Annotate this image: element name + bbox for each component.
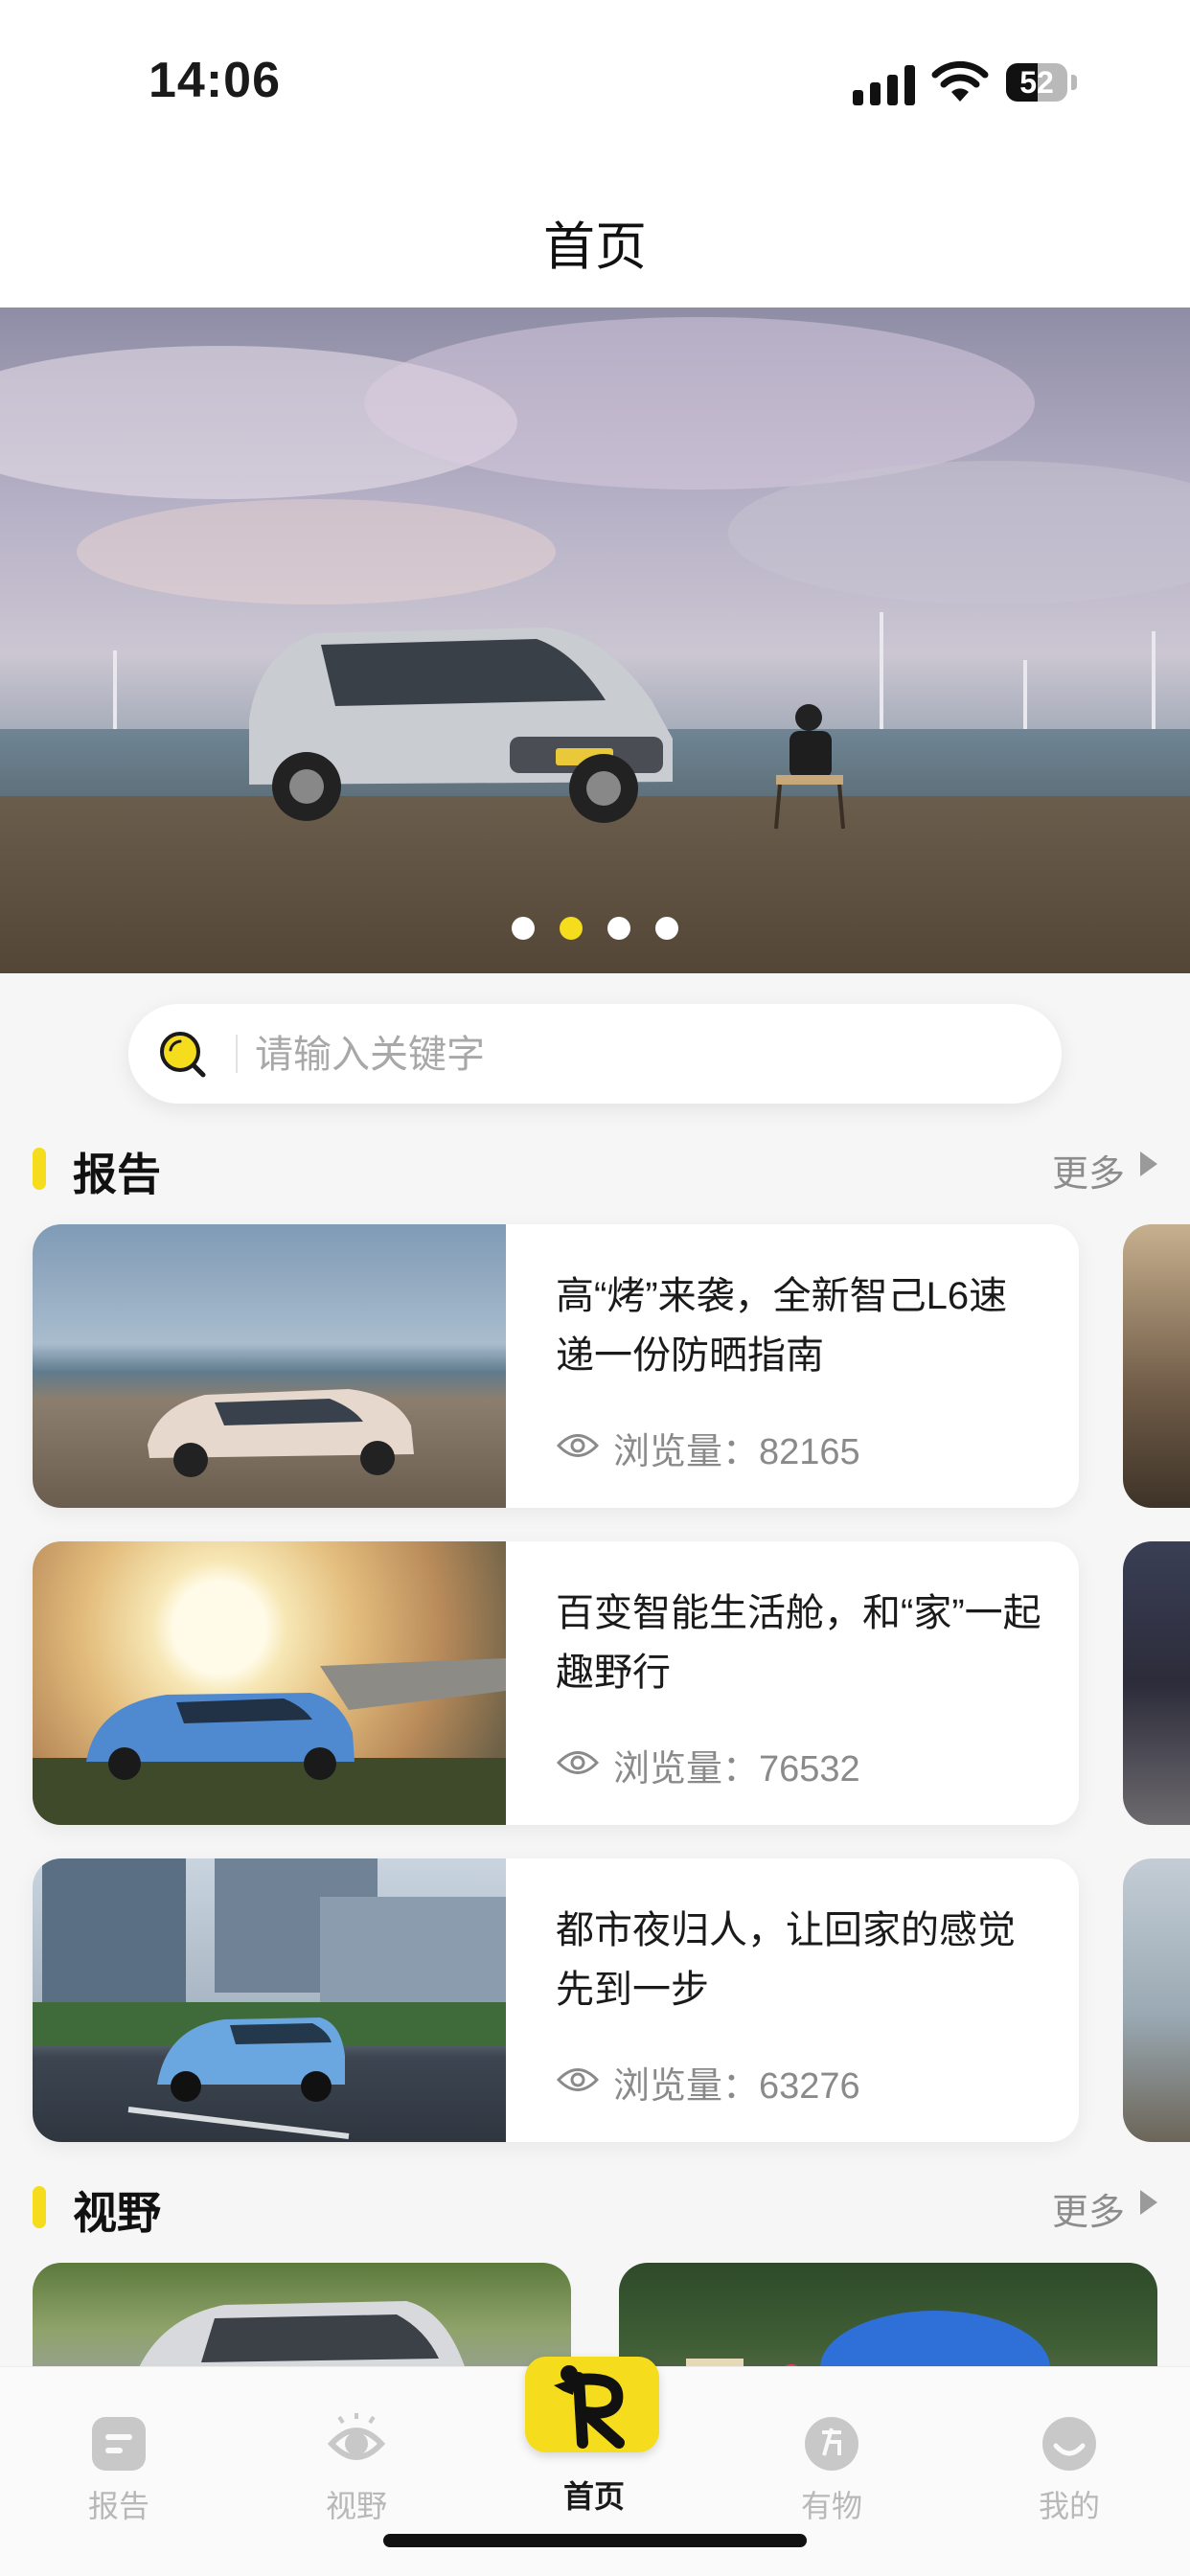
search-input[interactable] [253, 1021, 1004, 1088]
views-count: 76532 [759, 1749, 860, 1790]
report-card-image [33, 1224, 506, 1508]
vision-more-arrow-icon[interactable] [1140, 2190, 1157, 2215]
banner-person-image [774, 704, 845, 830]
status-time: 14:06 [149, 53, 281, 108]
section-title-vision: 视野 [73, 2188, 161, 2238]
page-title: 首页 [543, 218, 647, 276]
search-icon [160, 1032, 206, 1078]
search-divider [236, 1035, 238, 1073]
section-title-reports: 报告 [73, 1150, 161, 1199]
youwu-icon [805, 2417, 858, 2471]
tab-label: 首页 [562, 2479, 625, 2514]
tab-label: 我的 [1038, 2489, 1100, 2523]
report-card[interactable]: 高“烤”来袭，全新智己L6速递一份防晒指南 浏览量：82165 [33, 1224, 1079, 1508]
reports-more-link[interactable]: 更多 [1052, 1144, 1125, 1197]
wifi-icon [931, 60, 989, 102]
home-r-logo-icon [554, 2365, 625, 2449]
eye-icon [327, 2413, 386, 2460]
home-tab-logo[interactable] [525, 2357, 659, 2452]
tab-profile[interactable]: 我的 [950, 2367, 1188, 2576]
battery-icon: 52 [1006, 63, 1067, 102]
carousel-dots [0, 917, 1190, 940]
eye-icon [556, 1434, 600, 1457]
cellular-signal-icon [853, 65, 916, 105]
battery-tip [1071, 75, 1077, 90]
banner-van-image [249, 627, 673, 823]
views-label: 浏览量： [613, 1432, 760, 1472]
views-label: 浏览量： [613, 1749, 760, 1790]
tab-label: 视野 [325, 2489, 387, 2523]
section-accent-bar [33, 2186, 46, 2228]
report-card-peek[interactable] [1123, 1858, 1190, 2142]
battery-level: 52 [1019, 65, 1054, 100]
report-card-image [33, 1541, 506, 1825]
status-bar: 14:06 52 [0, 0, 1190, 168]
carousel-dot[interactable] [607, 917, 630, 940]
eye-icon [556, 2068, 600, 2091]
search-bar[interactable] [128, 1004, 1062, 1104]
eye-icon [556, 1751, 600, 1774]
carousel-dot[interactable] [655, 917, 678, 940]
report-card-title: 都市夜归人，让回家的感觉先到一步 [556, 1909, 1016, 2011]
tab-report[interactable]: 报告 [0, 2367, 238, 2576]
report-icon [92, 2417, 146, 2471]
report-card-peek[interactable] [1123, 1224, 1190, 1508]
carousel-dot[interactable] [512, 917, 535, 940]
carousel-dot[interactable] [560, 917, 583, 940]
reports-more-arrow-icon[interactable] [1140, 1151, 1157, 1176]
views-count: 82165 [759, 1432, 860, 1472]
banner-carousel[interactable] [0, 308, 1190, 973]
report-card-image [33, 1858, 506, 2142]
views-label: 浏览量： [613, 2066, 760, 2107]
section-accent-bar [33, 1148, 46, 1190]
report-card-peek[interactable] [1123, 1541, 1190, 1825]
report-card-title: 高“烤”来袭，全新智己L6速递一份防晒指南 [556, 1275, 1008, 1377]
views-count: 63276 [759, 2066, 860, 2107]
profile-icon [1042, 2417, 1096, 2471]
tab-label: 有物 [800, 2489, 862, 2523]
home-indicator [383, 2534, 807, 2547]
report-card[interactable]: 都市夜归人，让回家的感觉先到一步 浏览量：63276 [33, 1858, 1079, 2142]
vision-more-link[interactable]: 更多 [1052, 2182, 1125, 2235]
report-card-title: 百变智能生活舱，和“家”一起趣野行 [556, 1592, 1041, 1694]
tab-label: 报告 [87, 2489, 149, 2523]
report-card[interactable]: 百变智能生活舱，和“家”一起趣野行 浏览量：76532 [33, 1541, 1079, 1825]
nav-bar: 首页 [0, 168, 1190, 308]
